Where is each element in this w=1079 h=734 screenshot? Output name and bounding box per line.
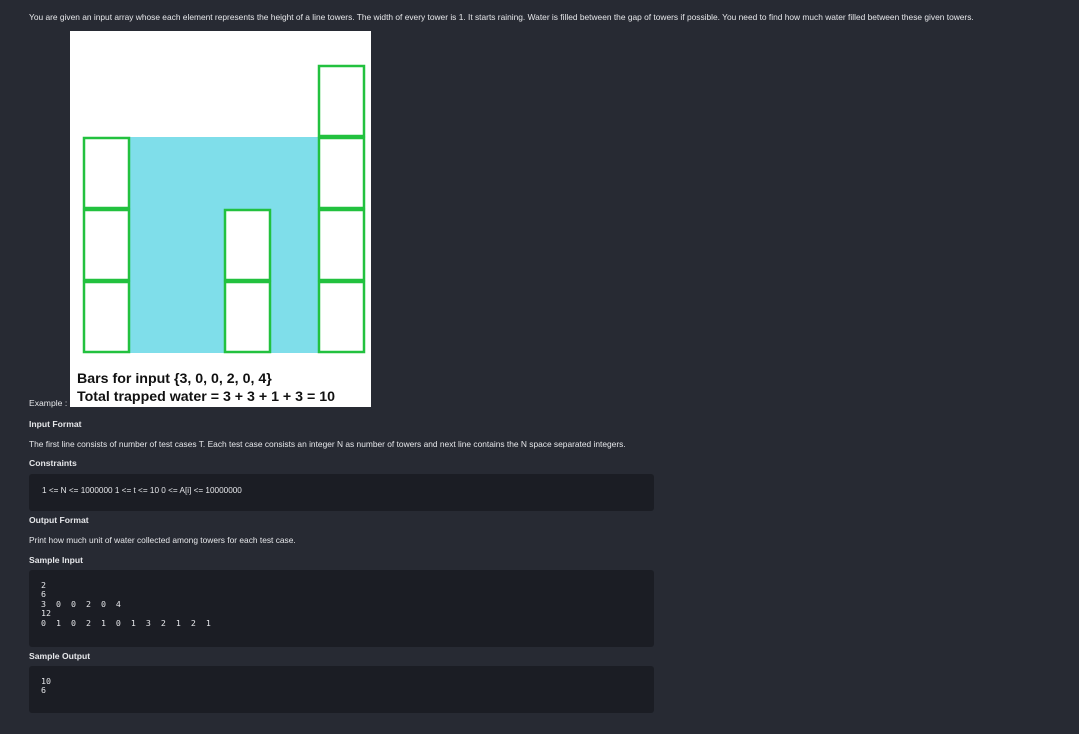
output-format-heading: Output Format (29, 515, 89, 525)
water-fill (130, 137, 177, 353)
tower-block (82, 208, 131, 282)
tower-block (82, 280, 131, 354)
problem-statement: You are given an input array whose each … (29, 12, 974, 22)
example-figure: Bars for input {3, 0, 0, 2, 0, 4} Total … (70, 31, 371, 407)
water-fill (177, 137, 224, 353)
constraints-text: 1 <= N <= 1000000 1 <= t <= 10 0 <= A[i]… (42, 486, 242, 495)
sample-input-heading: Sample Input (29, 555, 83, 565)
sample-input-code: 2 6 3 0 0 2 0 4 12 0 1 0 2 1 0 1 3 2 1 2… (41, 580, 211, 628)
example-label: Example : (29, 398, 68, 408)
tower-block (223, 280, 272, 354)
sample-output-box: 10 6 (29, 666, 654, 713)
constraints-heading: Constraints (29, 458, 77, 468)
tower-block (223, 208, 272, 282)
constraints-box: 1 <= N <= 1000000 1 <= t <= 10 0 <= A[i]… (29, 474, 654, 511)
tower-block (317, 280, 366, 354)
output-format-text: Print how much unit of water collected a… (29, 535, 296, 545)
input-format-heading: Input Format (29, 419, 82, 429)
water-fill (271, 137, 318, 353)
trapped-water-diagram (82, 64, 366, 354)
sample-output-code: 10 6 (41, 676, 51, 696)
figure-caption-total: Total trapped water = 3 + 3 + 1 + 3 = 10 (77, 389, 335, 405)
tower-block (317, 64, 366, 138)
sample-input-box: 2 6 3 0 0 2 0 4 12 0 1 0 2 1 0 1 3 2 1 2… (29, 570, 654, 647)
tower-block (82, 136, 131, 210)
sample-output-heading: Sample Output (29, 651, 91, 661)
figure-caption-input: Bars for input {3, 0, 0, 2, 0, 4} (77, 371, 272, 387)
tower-block (317, 136, 366, 210)
tower-block (317, 208, 366, 282)
water-fill (224, 137, 271, 209)
input-format-text: The first line consists of number of tes… (29, 439, 626, 449)
